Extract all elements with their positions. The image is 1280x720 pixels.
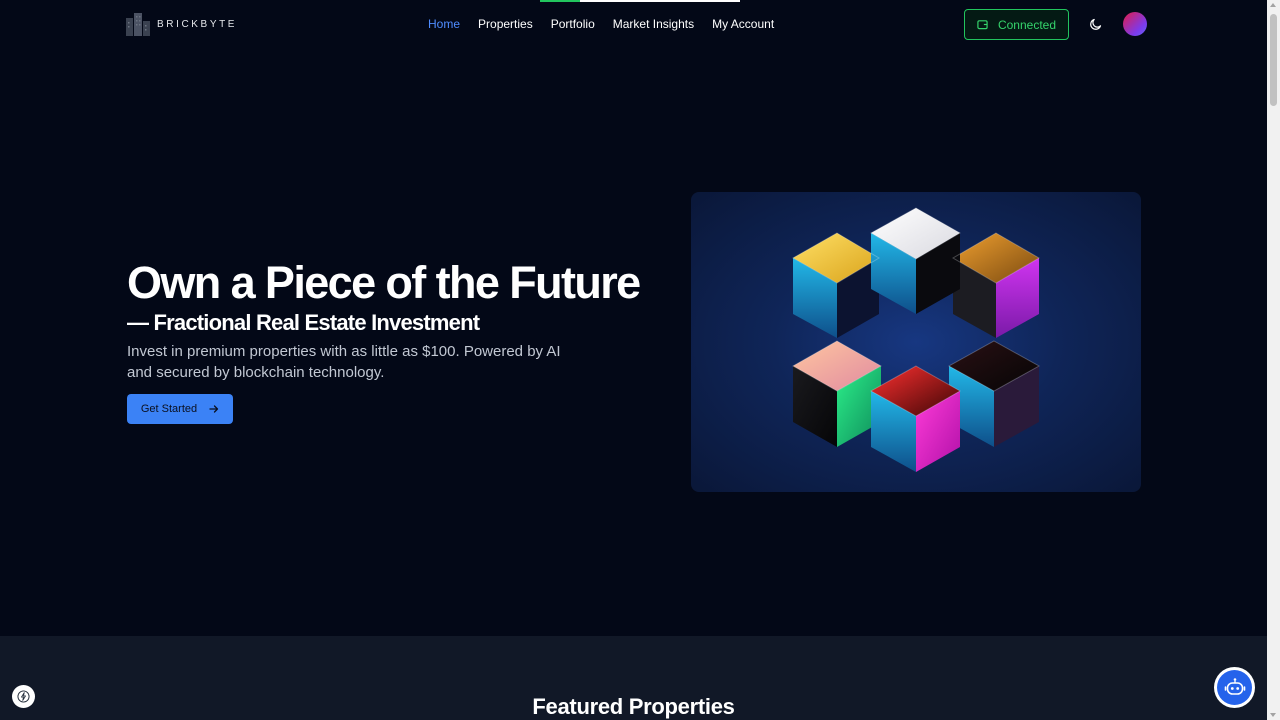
nav-my-account[interactable]: My Account (712, 17, 774, 31)
cube-top-center (871, 208, 960, 314)
cube-bottom-center (871, 366, 960, 472)
nav-portfolio[interactable]: Portfolio (551, 17, 595, 31)
featured-properties-section: Featured Properties (0, 636, 1267, 720)
main-nav: Home Properties Portfolio Market Insight… (428, 17, 774, 31)
lightning-icon (17, 690, 30, 703)
scrollbar-thumb[interactable] (1270, 14, 1277, 106)
blockchain-cubes-illustration (791, 207, 1041, 472)
wallet-icon (977, 20, 988, 30)
cube-top-right (953, 233, 1039, 338)
nav-properties[interactable]: Properties (478, 17, 533, 31)
hero-title: Own a Piece of the Future (127, 257, 641, 308)
building-logo-icon (126, 13, 150, 36)
dev-tools-badge[interactable] (12, 685, 35, 708)
nav-market-insights[interactable]: Market Insights (613, 17, 694, 31)
cube-top-left (793, 233, 879, 338)
ai-assistant-button-inner (1217, 670, 1252, 705)
get-started-button[interactable]: Get Started (127, 394, 233, 424)
ai-assistant-button[interactable] (1214, 667, 1255, 708)
wallet-connected-button[interactable]: Connected (964, 9, 1069, 40)
page-scrollbar[interactable] (1267, 0, 1280, 720)
logo-text: BRICKBYTE (157, 18, 238, 30)
cube-bottom-right (949, 341, 1039, 447)
wallet-status-label: Connected (997, 17, 1057, 32)
moon-icon (1090, 18, 1102, 30)
site-header: BRICKBYTE Home Properties Portfolio Mark… (0, 0, 1267, 48)
get-started-label: Get Started (140, 403, 198, 415)
cube-bottom-left (793, 341, 881, 447)
nav-home[interactable]: Home (428, 17, 460, 31)
theme-toggle-button[interactable] (1088, 16, 1104, 32)
arrow-right-icon (209, 405, 219, 413)
hero-description: Invest in premium properties with as lit… (127, 343, 561, 381)
robot-icon (1224, 677, 1245, 695)
scroll-down-arrow-icon[interactable] (1270, 713, 1276, 717)
featured-properties-title: Featured Properties (532, 694, 735, 719)
scroll-up-arrow-icon[interactable] (1270, 3, 1276, 7)
logo[interactable]: BRICKBYTE (125, 12, 237, 36)
user-avatar[interactable] (1123, 12, 1147, 36)
hero-subtitle: — Fractional Real Estate Investment (127, 310, 480, 335)
hero-image-card (691, 192, 1141, 492)
